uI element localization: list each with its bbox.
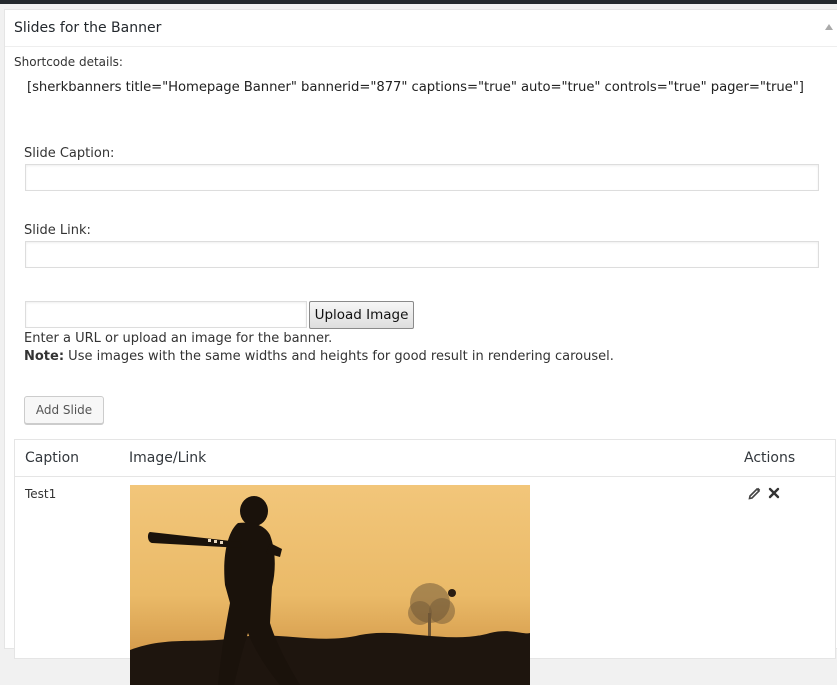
image-url-input[interactable] (25, 301, 307, 328)
note-label: Note: (24, 349, 65, 364)
row-caption: Test1 (25, 487, 57, 501)
column-header-caption: Caption (25, 450, 80, 466)
slide-link-input[interactable] (25, 241, 819, 268)
shortcode-text: [sherkbanners title="Homepage Banner" ba… (27, 80, 804, 95)
slide-caption-input[interactable] (25, 164, 819, 191)
slide-thumbnail-image (130, 485, 530, 685)
shortcode-label: Shortcode details: (14, 55, 123, 69)
table-header: Caption Image/Link Actions (15, 440, 835, 477)
admin-top-bar (0, 0, 837, 4)
triangle-up-icon[interactable] (825, 24, 833, 30)
panel-title: Slides for the Banner (14, 20, 162, 36)
upload-image-button[interactable]: Upload Image (309, 301, 414, 329)
close-icon[interactable] (768, 487, 780, 499)
slides-panel: Slides for the Banner Shortcode details:… (4, 9, 837, 685)
panel-header[interactable]: Slides for the Banner (5, 10, 837, 47)
note-text: Use images with the same widths and heig… (64, 349, 614, 364)
row-actions (748, 486, 780, 500)
slide-caption-label: Slide Caption: (24, 146, 115, 161)
slides-table: Caption Image/Link Actions Test1 (14, 439, 836, 685)
upload-help-text: Enter a URL or upload an image for the b… (24, 331, 333, 346)
column-header-image-link: Image/Link (129, 450, 207, 466)
image-note: Note: Use images with the same widths an… (24, 349, 614, 364)
slide-link-label: Slide Link: (24, 223, 91, 238)
column-header-actions: Actions (744, 450, 796, 466)
pencil-icon[interactable] (748, 486, 762, 500)
add-slide-button[interactable]: Add Slide (24, 396, 104, 424)
